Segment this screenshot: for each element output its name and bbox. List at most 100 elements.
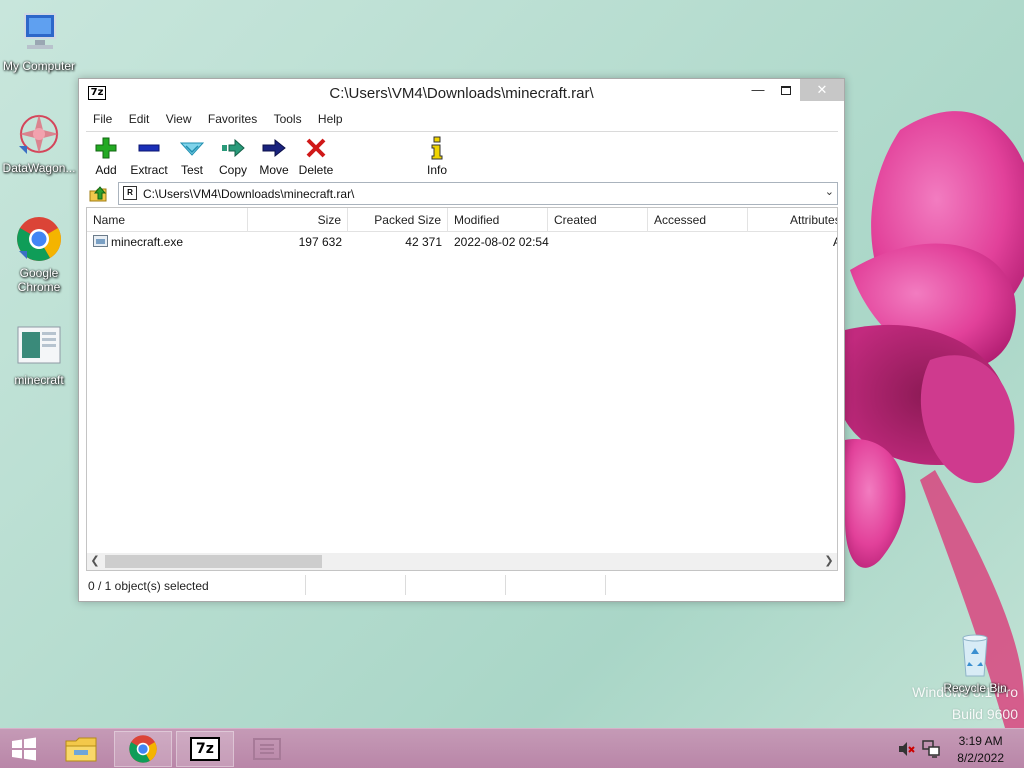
maximize-button[interactable] xyxy=(772,79,800,101)
up-folder-button[interactable] xyxy=(88,184,110,204)
test-label: Test xyxy=(180,163,203,177)
plus-icon xyxy=(88,136,124,160)
info-icon xyxy=(422,136,452,160)
datawagon-icon xyxy=(15,110,63,158)
desktop-icon-my-computer[interactable]: My Computer xyxy=(0,8,78,73)
close-button[interactable]: ✕ xyxy=(800,79,844,101)
toolbar: Add Extract Test Copy Move Delete Info xyxy=(86,131,838,180)
start-icon xyxy=(12,737,36,761)
desktop-icon-label: Google Chrome xyxy=(17,266,61,294)
desktop-icon-google-chrome[interactable]: Google Chrome xyxy=(0,215,78,294)
taskbar-app[interactable] xyxy=(238,731,296,767)
menu-edit[interactable]: Edit xyxy=(122,109,156,126)
delete-button[interactable]: Delete xyxy=(296,134,336,178)
desktop-icon-label: Recycle Bin xyxy=(943,681,1007,695)
copy-label: Copy xyxy=(218,163,247,177)
cell-modified: 2022-08-02 02:54 xyxy=(454,235,549,249)
add-label: Add xyxy=(95,163,117,177)
menu-help[interactable]: Help xyxy=(311,109,349,126)
app-icon xyxy=(253,738,281,760)
info-button[interactable]: Info xyxy=(422,134,452,178)
column-modified[interactable]: Modified xyxy=(448,208,548,232)
copy-button[interactable]: Copy xyxy=(214,134,252,178)
address-path: C:\Users\VM4\Downloads\minecraft.rar\ xyxy=(143,187,355,201)
table-row[interactable]: minecraft.exe 197 632 42 371 2022-08-02 … xyxy=(87,233,837,251)
file-explorer-icon xyxy=(65,737,97,762)
test-button[interactable]: Test xyxy=(174,134,210,178)
scroll-right-icon[interactable]: ❯ xyxy=(821,554,837,569)
title-bar[interactable]: 7z C:\Users\VM4\Downloads\minecraft.rar\… xyxy=(79,79,844,108)
system-clock[interactable]: 3:19 AM 8/2/2022 xyxy=(957,733,1004,767)
desktop-icon-recycle-bin[interactable]: Recycle Bin xyxy=(936,630,1014,695)
cell-size: 197 632 xyxy=(298,235,342,249)
taskbar-7zip[interactable]: 7z xyxy=(176,731,234,767)
desktop-icon-label: minecraft xyxy=(14,373,64,387)
extract-label: Extract xyxy=(130,163,168,177)
minimize-button[interactable]: — xyxy=(744,79,772,101)
column-accessed[interactable]: Accessed xyxy=(648,208,748,232)
cell-packed-size: 42 371 xyxy=(405,235,442,249)
cell-name: minecraft.exe xyxy=(111,235,184,249)
status-bar: 0 / 1 object(s) selected xyxy=(86,575,838,597)
address-field[interactable]: R C:\Users\VM4\Downloads\minecraft.rar\ … xyxy=(118,182,838,205)
chrome-icon xyxy=(15,215,63,263)
status-pane-4 xyxy=(506,575,606,595)
7zip-window[interactable]: 7z C:\Users\VM4\Downloads\minecraft.rar\… xyxy=(78,78,845,602)
extract-button[interactable]: Extract xyxy=(126,134,172,178)
clock-time: 3:19 AM xyxy=(958,734,1003,748)
status-pane-2 xyxy=(306,575,406,595)
computer-icon xyxy=(15,8,63,56)
chrome-icon xyxy=(129,735,157,763)
delete-label: Delete xyxy=(298,163,334,177)
menu-tools[interactable]: Tools xyxy=(267,109,308,126)
arrow-right-icon xyxy=(254,136,294,160)
window-title: C:\Users\VM4\Downloads\minecraft.rar\ xyxy=(329,85,594,102)
menu-view[interactable]: View xyxy=(159,109,198,126)
x-icon xyxy=(296,136,336,160)
address-bar: R C:\Users\VM4\Downloads\minecraft.rar\ … xyxy=(86,181,838,206)
folder-up-icon xyxy=(89,186,107,202)
taskbar-chrome[interactable] xyxy=(114,731,172,767)
image-file-icon xyxy=(15,322,63,370)
7zip-icon: 7z xyxy=(190,737,220,761)
column-created[interactable]: Created xyxy=(548,208,648,232)
chevron-down-icon[interactable]: ⌄ xyxy=(825,185,834,198)
column-name[interactable]: Name xyxy=(87,208,248,232)
maximize-icon xyxy=(781,86,791,96)
add-button[interactable]: Add xyxy=(88,134,124,178)
volume-muted-icon[interactable] xyxy=(898,741,916,757)
desktop-icon-datawagon[interactable]: DataWagon... xyxy=(0,110,78,175)
close-icon: ✕ xyxy=(816,82,828,97)
scrollbar-thumb[interactable] xyxy=(105,555,322,568)
start-button[interactable] xyxy=(0,731,48,767)
scroll-left-icon[interactable]: ❮ xyxy=(87,554,103,569)
exe-file-icon xyxy=(93,235,108,247)
horizontal-scrollbar[interactable]: ❮ ❯ xyxy=(87,553,837,570)
column-header: Name Size Packed Size Modified Created A… xyxy=(87,208,837,232)
rar-archive-icon: R xyxy=(123,186,137,200)
network-icon[interactable] xyxy=(922,740,940,758)
desktop-icon-label: My Computer xyxy=(2,59,76,73)
minus-icon xyxy=(126,136,172,160)
clock-date: 8/2/2022 xyxy=(957,751,1004,765)
status-pane-3 xyxy=(406,575,506,595)
watermark-line-2: Build 9600 xyxy=(951,706,1018,722)
desktop-icon-minecraft[interactable]: minecraft xyxy=(0,322,78,387)
recycle-bin-icon xyxy=(951,630,999,678)
minimize-icon: — xyxy=(751,82,765,97)
menu-bar: File Edit View Favorites Tools Help xyxy=(86,109,838,129)
column-attributes[interactable]: Attributes xyxy=(748,208,837,232)
taskbar: 7z 3:19 AM 8/2/2022 xyxy=(0,728,1024,768)
menu-file[interactable]: File xyxy=(86,109,118,126)
status-selection: 0 / 1 object(s) selected xyxy=(86,575,306,595)
info-label: Info xyxy=(426,163,447,177)
move-button[interactable]: Move xyxy=(254,134,294,178)
column-packed-size[interactable]: Packed Size xyxy=(348,208,448,232)
move-label: Move xyxy=(259,163,289,177)
menu-favorites[interactable]: Favorites xyxy=(201,109,263,126)
file-list[interactable]: Name Size Packed Size Modified Created A… xyxy=(86,207,838,571)
check-icon xyxy=(174,136,210,160)
cell-attributes: A xyxy=(833,235,837,249)
taskbar-file-explorer[interactable] xyxy=(52,731,110,767)
column-size[interactable]: Size xyxy=(248,208,348,232)
